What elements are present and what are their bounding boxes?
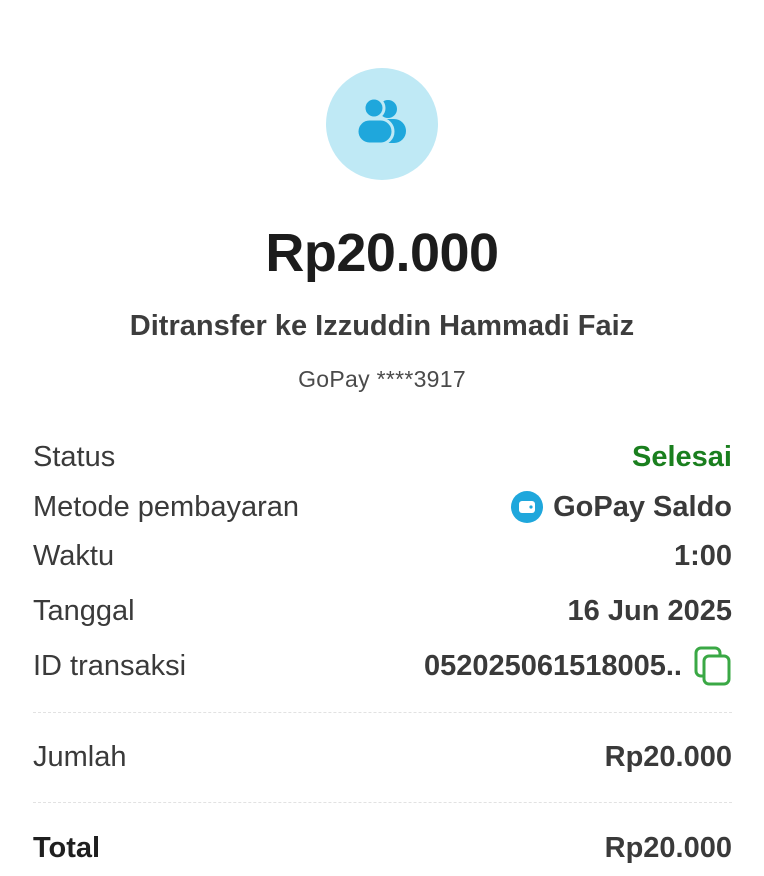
divider xyxy=(33,802,732,803)
detail-row-payment-method: Metode pembayaran GoPay Saldo xyxy=(33,487,732,527)
date-label: Tanggal xyxy=(33,594,135,627)
status-label: Status xyxy=(33,440,116,473)
date-value: 16 Jun 2025 xyxy=(567,594,732,627)
time-label: Waktu xyxy=(33,539,115,572)
detail-row-date: Tanggal 16 Jun 2025 xyxy=(33,591,732,631)
jumlah-value: Rp20.000 xyxy=(604,740,732,773)
jumlah-label: Jumlah xyxy=(33,740,127,773)
summary-row-total: Total Rp20.000 xyxy=(33,828,732,868)
transaction-id-label: ID transaksi xyxy=(33,649,187,682)
detail-row-status: Status Selesai xyxy=(33,437,732,477)
transfer-amount: Rp20.000 xyxy=(265,223,499,283)
copy-icon[interactable] xyxy=(694,646,732,686)
payment-method-label: Metode pembayaran xyxy=(33,490,299,523)
transaction-id-value: 052025061518005.. xyxy=(424,646,732,686)
total-label: Total xyxy=(33,831,101,864)
detail-row-time: Waktu 1:00 xyxy=(33,536,732,576)
payment-method-value: GoPay Saldo xyxy=(511,491,732,524)
recipient-name: Ditransfer ke Izzuddin Hammadi Faiz xyxy=(129,310,635,342)
divider xyxy=(33,712,732,713)
payment-method-text: GoPay Saldo xyxy=(553,490,732,523)
detail-row-transaction-id: ID transaksi 052025061518005.. xyxy=(33,646,732,686)
wallet-icon xyxy=(511,491,544,523)
recipient-account: GoPay ****3917 xyxy=(298,366,466,392)
time-value: 1:00 xyxy=(673,539,732,572)
transaction-id-text: 052025061518005.. xyxy=(423,649,682,682)
total-value: Rp20.000 xyxy=(604,831,732,864)
recipient-avatar xyxy=(326,68,438,180)
users-icon xyxy=(354,96,410,152)
status-value: Selesai xyxy=(632,440,732,473)
summary-row-amount: Jumlah Rp20.000 xyxy=(33,737,732,777)
